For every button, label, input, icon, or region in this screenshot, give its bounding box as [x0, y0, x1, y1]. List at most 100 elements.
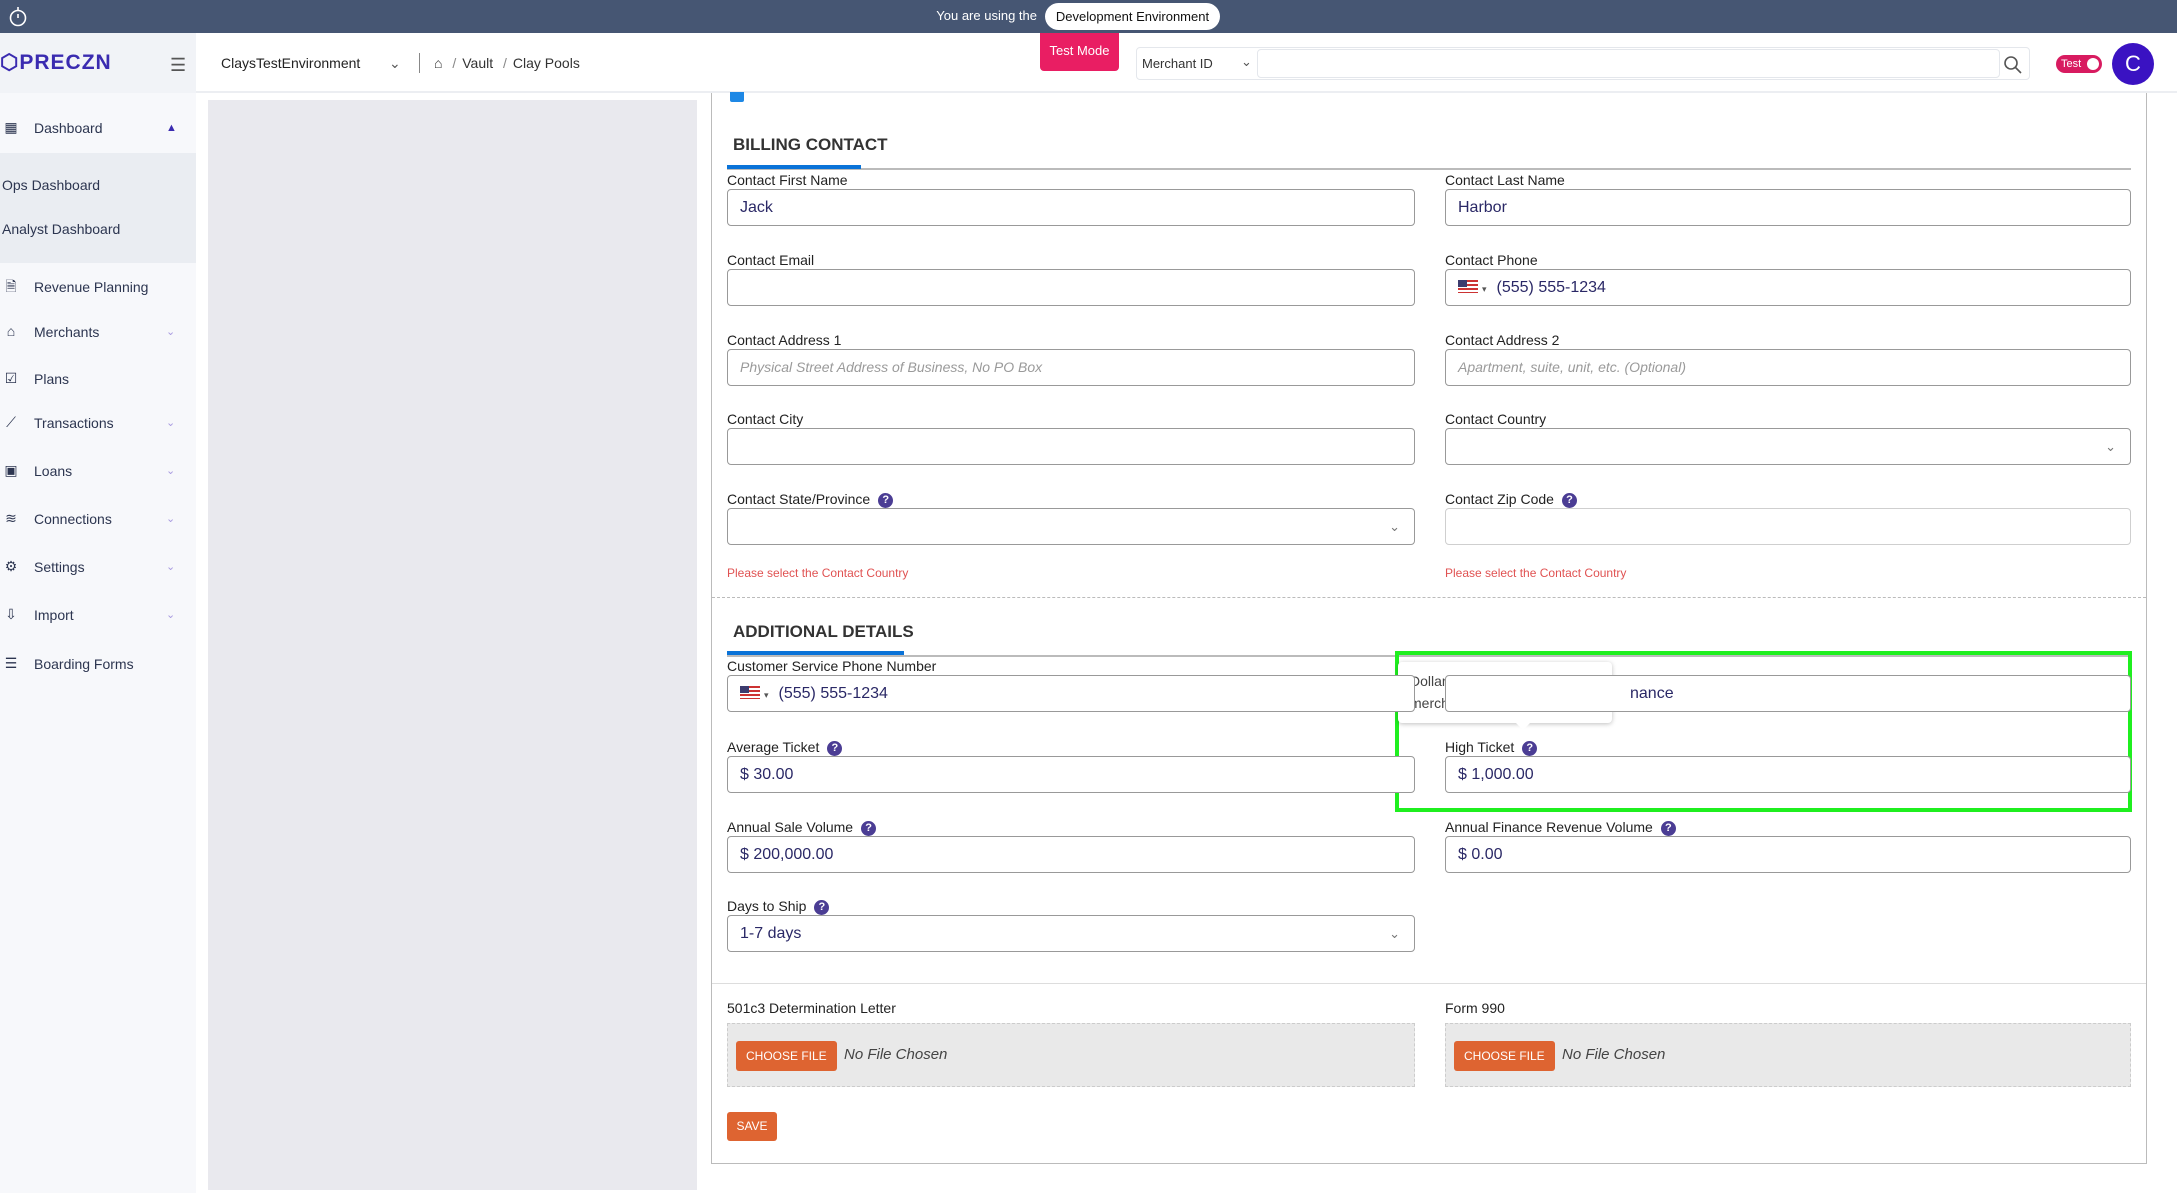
search-type-select[interactable]: Merchant ID	[1142, 56, 1213, 71]
save-button[interactable]: SAVE	[727, 1112, 777, 1141]
choose-file-button[interactable]: CHOOSE FILE	[1454, 1041, 1555, 1071]
field-annual-finance-revenue-volume-input[interactable]: $ 0.00	[1445, 836, 2131, 873]
sidebar-item-boarding-forms[interactable]: ☰ Boarding Forms	[0, 646, 196, 682]
help-icon[interactable]: ?	[1660, 821, 1676, 836]
test-toggle-label: Test	[2061, 58, 2082, 70]
field-average-ticket-label-text: Average Ticket	[727, 739, 820, 755]
help-icon[interactable]: ?	[827, 741, 843, 756]
field-contact-phone-label: Contact Phone	[1445, 252, 1538, 268]
section-divider	[712, 597, 2146, 598]
menu-collapse-icon[interactable]: ☰	[170, 55, 186, 76]
field-days-to-ship-label-text: Days to Ship	[727, 898, 807, 914]
field-high-ticket-input[interactable]: $ 1,000.00	[1445, 756, 2131, 793]
home-icon[interactable]: ⌂	[434, 55, 442, 71]
left-panel	[208, 100, 697, 1190]
search-icon[interactable]	[2003, 55, 2023, 75]
field-contact-country-select[interactable]: ⌄	[1445, 428, 2131, 465]
field-contact-state-province-select[interactable]: ⌄	[727, 508, 1415, 545]
chevron-up-icon: ▲	[166, 122, 177, 134]
sidebar-item-dashboard[interactable]: ▦ Dashboard ▲	[0, 110, 196, 146]
sidebar-item-settings[interactable]: ⚙ Settings ⌄	[0, 549, 196, 585]
sidebar-item-revenue-planning[interactable]: 🗎 Revenue Planning	[0, 269, 196, 305]
field-contact-city-label: Contact City	[727, 411, 803, 427]
help-icon[interactable]: ?	[1561, 493, 1577, 508]
help-icon[interactable]: ?	[861, 821, 877, 836]
field-annual-finance-revenue-volume-value: $ 0.00	[1458, 846, 1503, 863]
field-contact-state-province-label: Contact State/Province?	[727, 491, 894, 508]
field-customer-service-phone-number-value: (555) 555-1234	[778, 685, 888, 702]
field-average-ticket-input[interactable]: $ 30.00	[727, 756, 1415, 793]
help-icon[interactable]: ?	[878, 493, 894, 508]
field-contact-first-name-value: Jack	[740, 199, 773, 216]
field-contact-first-name-label-text: Contact First Name	[727, 172, 848, 188]
import-icon: ⇩	[5, 606, 17, 622]
search-input[interactable]	[1257, 49, 2000, 78]
file-dropzone[interactable]: CHOOSE FILE No File Chosen	[727, 1023, 1415, 1087]
sidebar-item-label: Settings	[34, 559, 85, 575]
field-contact-last-name-input[interactable]: Harbor	[1445, 189, 2131, 226]
field-contact-last-name-value: Harbor	[1458, 199, 1507, 216]
chevron-down-icon: ⌄	[1389, 926, 1400, 941]
logo-text: PRECZN	[19, 51, 112, 74]
breadcrumb: ⌂ / Vault / Clay Pools	[434, 55, 580, 71]
search-group: Merchant ID ⌄	[1136, 47, 2030, 80]
field-contact-phone-label-text: Contact Phone	[1445, 252, 1538, 268]
sidebar-item-label: Import	[34, 607, 74, 623]
environment-select[interactable]: ClaysTestEnvironment ⌄	[221, 55, 401, 71]
sidebar-item-connections[interactable]: ≋ Connections ⌄	[0, 501, 196, 537]
sidebar-item-label: Dashboard	[34, 120, 103, 136]
field-contact-first-name-input[interactable]: Jack	[727, 189, 1415, 226]
field-contact-phone-input[interactable]: ▾ (555) 555-1234	[1445, 269, 2131, 306]
sidebar-item-import[interactable]: ⇩ Import ⌄	[0, 597, 196, 633]
sidebar-item-label: Boarding Forms	[34, 656, 134, 672]
field-contact-address-2-value: Apartment, suite, unit, etc. (Optional)	[1458, 359, 1686, 375]
logo[interactable]: ⬡PRECZN	[0, 50, 112, 75]
same-address-checkbox[interactable]	[730, 92, 744, 102]
sidebar-item-analyst-dashboard[interactable]: Analyst Dashboard	[0, 211, 196, 247]
field-contact-city-input[interactable]	[727, 428, 1415, 465]
field-days-to-ship-value: 1-7 days	[740, 925, 802, 942]
us-flag-icon[interactable]	[1458, 280, 1478, 293]
field-average-ticket-label: Average Ticket?	[727, 739, 843, 756]
field-contact-email-input[interactable]	[727, 269, 1415, 306]
field-customer-service-phone-number-input[interactable]: ▾ (555) 555-1234	[727, 675, 1415, 712]
field-days-to-ship-select[interactable]: 1-7 days ⌄	[727, 915, 1415, 952]
field-contact-zip-code-label: Contact Zip Code?	[1445, 491, 1577, 508]
sidebar-item-ops-dashboard[interactable]: Ops Dashboard	[0, 167, 196, 203]
field-contact-first-name-label: Contact First Name	[727, 172, 848, 188]
choose-file-button[interactable]: CHOOSE FILE	[736, 1041, 837, 1071]
forms-icon: ☰	[4, 655, 18, 671]
field-contact-address-1-input[interactable]: Physical Street Address of Business, No …	[727, 349, 1415, 386]
field-contact-email-label-text: Contact Email	[727, 252, 815, 268]
breadcrumb-vault[interactable]: Vault	[462, 55, 493, 71]
field-contact-country-label-text: Contact Country	[1445, 411, 1547, 427]
field-days-to-ship-label: Days to Ship?	[727, 898, 830, 915]
test-toggle[interactable]: Test	[2056, 55, 2102, 73]
chart-line-icon: ⟋	[6, 414, 16, 430]
field-average-ticket-value: $ 30.00	[740, 766, 794, 783]
tab-active-indicator	[727, 165, 861, 169]
chevron-down-icon: ▾	[764, 690, 769, 700]
sidebar-item-loans[interactable]: ▣ Loans ⌄	[0, 453, 196, 489]
field-contact-address-1-value: Physical Street Address of Business, No …	[740, 359, 1043, 375]
file-status: No File Chosen	[844, 1046, 948, 1063]
field-contact-zip-code-input[interactable]	[1445, 508, 2131, 545]
file-dropzone[interactable]: CHOOSE FILE No File Chosen	[1445, 1023, 2131, 1087]
banner-text: You are using the	[936, 8, 1037, 23]
field-annual-sale-volume-input[interactable]: $ 200,000.00	[727, 836, 1415, 873]
field-high-ticket-label: High Ticket?	[1445, 739, 1538, 756]
sidebar-item-transactions[interactable]: ⟋ Transactions ⌄	[0, 405, 196, 441]
form-panel	[711, 93, 2147, 1164]
field-annual-sale-volume-label-text: Annual Sale Volume	[727, 819, 854, 835]
field-contact-address-2-input[interactable]: Apartment, suite, unit, etc. (Optional)	[1445, 349, 2131, 386]
sidebar-item-merchants[interactable]: ⌂ Merchants ⌄	[0, 314, 196, 350]
us-flag-icon[interactable]	[740, 686, 760, 699]
chevron-down-icon: ⌄	[1241, 54, 1252, 69]
field-obscured-input[interactable]: nance	[1445, 675, 2131, 712]
help-icon[interactable]: ?	[814, 900, 830, 915]
sidebar-item-plans[interactable]: ☑ Plans	[0, 361, 196, 397]
help-icon[interactable]: ?	[1522, 741, 1538, 756]
chevron-down-icon: ⌄	[1389, 519, 1400, 534]
store-icon: ⌂	[6, 323, 16, 339]
avatar[interactable]: C	[2112, 43, 2154, 85]
